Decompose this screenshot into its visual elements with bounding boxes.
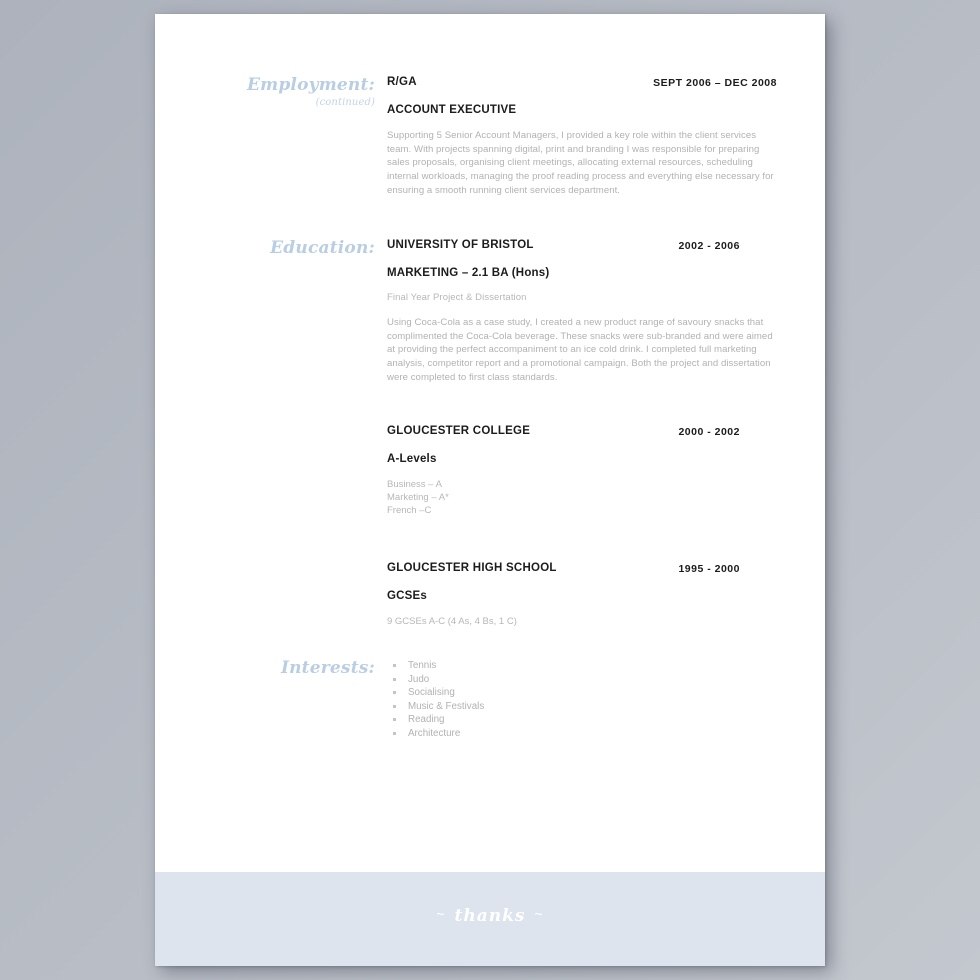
education-entry-header: UNIVERSITY OF BRISTOL 2002 - 2006 bbox=[387, 239, 777, 255]
list-item: Music & Festivals bbox=[391, 700, 781, 714]
college-entry-body: GLOUCESTER COLLEGE 2000 - 2002 A-Levels … bbox=[387, 425, 777, 517]
bullet-icon bbox=[393, 718, 396, 722]
cv-content: Employment: (continued) R/GA SEPT 2006 –… bbox=[155, 14, 825, 966]
college-organisation: GLOUCESTER COLLEGE bbox=[387, 425, 531, 437]
education-qualification: MARKETING – 2.1 BA (Hons) bbox=[387, 267, 550, 279]
bullet-icon bbox=[393, 664, 396, 667]
cv-page: Employment: (continued) R/GA SEPT 2006 –… bbox=[155, 14, 825, 966]
bullet-icon bbox=[393, 731, 396, 735]
ornament-left-icon: ~ bbox=[436, 906, 446, 922]
employment-organisation: R/GA bbox=[387, 76, 417, 88]
highschool-grades: 9 GCSEs A-C (4 As, 4 Bs, 1 C) bbox=[387, 615, 777, 628]
bullet-icon bbox=[393, 677, 396, 681]
education-dates: 2002 - 2006 bbox=[678, 240, 740, 252]
highschool-entry-body: GLOUCESTER HIGH SCHOOL 1995 - 2000 GCSEs… bbox=[387, 562, 777, 628]
employment-entry: R/GA SEPT 2006 – DEC 2008 ACCOUNT EXECUT… bbox=[387, 76, 777, 198]
footer-thanks-text: thanks bbox=[454, 906, 526, 926]
list-item: Tennis bbox=[391, 659, 781, 673]
education-organisation: UNIVERSITY OF BRISTOL bbox=[387, 239, 534, 251]
interest-label: Reading bbox=[408, 714, 445, 726]
college-dates: 2000 - 2002 bbox=[678, 426, 740, 438]
ornament-right-icon: ~ bbox=[534, 906, 544, 922]
education-heading-text: Education: bbox=[270, 238, 375, 258]
college-entry-header: GLOUCESTER COLLEGE 2000 - 2002 bbox=[387, 425, 777, 441]
highschool-entry-header: GLOUCESTER HIGH SCHOOL 1995 - 2000 bbox=[387, 562, 777, 578]
interest-label: Socialising bbox=[408, 687, 455, 699]
section-heading-employment: Employment: (continued) bbox=[155, 76, 375, 108]
highschool-qualification: GCSEs bbox=[387, 590, 427, 602]
education-entry-university: UNIVERSITY OF BRISTOL 2002 - 2006 MARKET… bbox=[387, 239, 777, 385]
highschool-organisation: GLOUCESTER HIGH SCHOOL bbox=[387, 562, 557, 574]
section-heading-education: Education: bbox=[155, 239, 375, 258]
highschool-dates: 1995 - 2000 bbox=[678, 563, 740, 575]
college-grade-item: Marketing – A* bbox=[387, 492, 449, 503]
employment-entry-header: R/GA SEPT 2006 – DEC 2008 bbox=[387, 76, 777, 92]
employment-subheading-text: (continued) bbox=[315, 96, 375, 108]
education-description: Using Coca-Cola as a case study, I creat… bbox=[387, 317, 773, 383]
interest-label: Tennis bbox=[408, 660, 437, 671]
screenshot-canvas: Employment: (continued) R/GA SEPT 2006 –… bbox=[0, 0, 980, 980]
list-item: Socialising bbox=[391, 686, 781, 700]
footer-band: ~ thanks ~ bbox=[155, 872, 825, 966]
list-item: Reading bbox=[391, 713, 781, 727]
footer-thanks: ~ thanks ~ bbox=[155, 906, 825, 926]
education-note: Final Year Project & Dissertation bbox=[387, 292, 527, 303]
employment-heading-text: Employment: bbox=[247, 75, 375, 95]
interests-list: Tennis Judo Socialising Music & Festival… bbox=[391, 659, 781, 741]
interest-label: Judo bbox=[408, 673, 430, 685]
college-grade-item: French –C bbox=[387, 505, 432, 516]
employment-role: ACCOUNT EXECUTIVE bbox=[387, 104, 517, 116]
college-grade-item: Business – A bbox=[387, 479, 442, 490]
college-grades: Business – A Marketing – A* French –C bbox=[387, 478, 777, 517]
section-heading-interests: Interests: bbox=[155, 659, 375, 678]
highschool-grade-item: 9 GCSEs A-C (4 As, 4 Bs, 1 C) bbox=[387, 616, 517, 627]
interest-label: Music & Festivals bbox=[408, 700, 485, 712]
employment-dates: SEPT 2006 – DEC 2008 bbox=[653, 77, 777, 89]
interests-list-wrap: Tennis Judo Socialising Music & Festival… bbox=[391, 659, 781, 741]
college-qualification: A-Levels bbox=[387, 453, 437, 465]
interest-label: Architecture bbox=[408, 727, 461, 739]
interests-heading-text: Interests: bbox=[280, 658, 375, 678]
employment-description: Supporting 5 Senior Account Managers, I … bbox=[387, 130, 774, 196]
bullet-icon bbox=[393, 704, 396, 708]
list-item: Judo bbox=[391, 673, 781, 687]
list-item: Architecture bbox=[391, 727, 781, 741]
bullet-icon bbox=[393, 691, 396, 695]
